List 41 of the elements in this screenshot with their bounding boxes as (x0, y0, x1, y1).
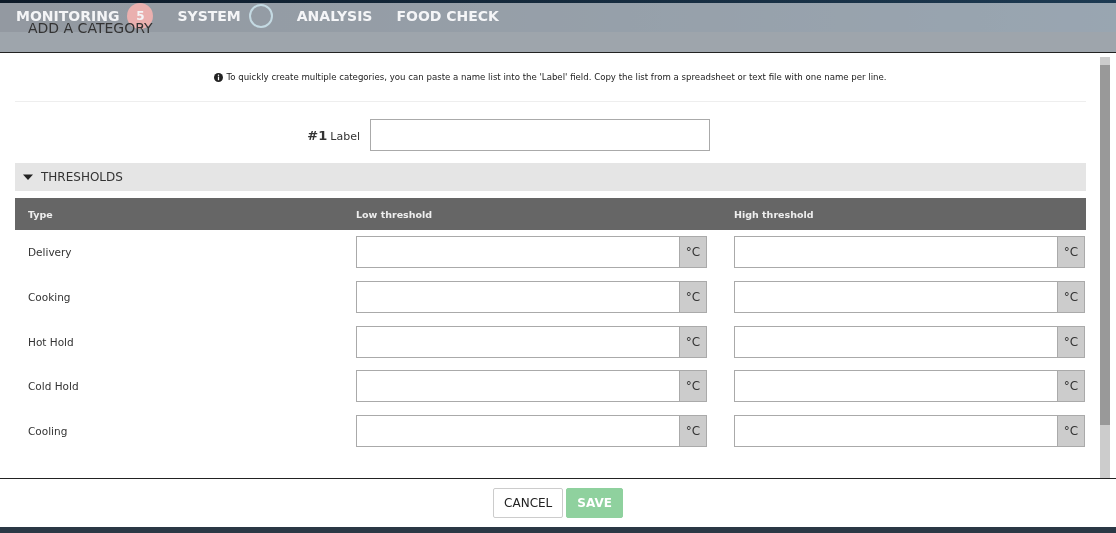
column-header: High threshold (734, 208, 815, 220)
caret-icon (23, 172, 33, 182)
field-label: #1 Label (306, 127, 361, 143)
threshold-input[interactable] (734, 325, 1057, 358)
unit-label: °C (679, 281, 707, 314)
section-header[interactable]: THRESHOLDS (15, 163, 1086, 191)
threshold-input[interactable] (356, 236, 679, 269)
ring-icon (248, 4, 273, 28)
threshold-input[interactable] (734, 415, 1057, 448)
nav-tab[interactable]: SYSTEM (177, 8, 241, 24)
label-input[interactable] (370, 119, 710, 151)
type-label: Cooking (28, 291, 72, 304)
threshold-input[interactable] (356, 415, 679, 448)
type-label: Delivery (28, 246, 73, 259)
threshold-input[interactable] (356, 370, 679, 403)
type-label: Cold Hold (28, 380, 80, 393)
nav-tab[interactable]: ANALYSIS (296, 8, 373, 24)
unit-label: °C (679, 415, 707, 448)
unit-label: °C (679, 236, 707, 269)
unit-label: °C (679, 370, 707, 403)
scrollbar[interactable] (1100, 57, 1110, 478)
unit-label: °C (1057, 415, 1085, 448)
unit-label: °C (1057, 281, 1085, 314)
column-header: Low threshold (356, 208, 434, 220)
threshold-input[interactable] (734, 236, 1057, 269)
unit-label: °C (679, 325, 707, 358)
nav-tab[interactable]: MONITORING (16, 8, 120, 24)
threshold-input[interactable] (734, 281, 1057, 314)
unit-label: °C (1057, 325, 1085, 358)
info-icon (214, 72, 224, 82)
threshold-input[interactable] (734, 370, 1057, 403)
column-header: Type (28, 208, 54, 220)
type-label: Cooling (28, 425, 69, 438)
cancel-button[interactable]: CANCEL (493, 488, 564, 518)
threshold-input[interactable] (356, 281, 679, 314)
info-text: To quickly create multiple categories, you can paste a name list into the 'Label' field. Copy the list from a spreadsheet or text file with one name per line. (226, 72, 887, 82)
unit-label: °C (1057, 370, 1085, 403)
unit-label: °C (1057, 236, 1085, 269)
threshold-input[interactable] (356, 325, 679, 358)
nav-tab[interactable]: FOOD CHECK (396, 8, 499, 24)
type-label: Hot Hold (28, 335, 75, 348)
